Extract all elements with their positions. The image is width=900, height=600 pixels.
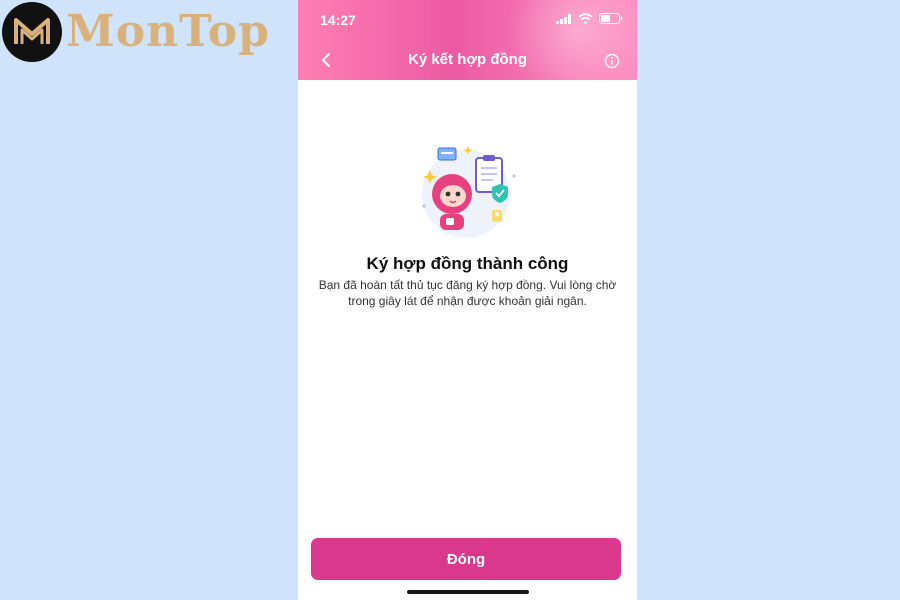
success-illustration [422,146,516,238]
phone-screen: 14:27 Ký kết hợp đồng Ký hợp đồng thành … [298,0,637,600]
home-indicator [407,590,529,594]
brand-logo: MonTop [2,2,270,62]
success-title: Ký hợp đồng thành công [366,254,569,273]
status-icons [556,13,623,24]
success-description: Bạn đã hoàn tất thủ tục đăng ký hợp đồng… [318,278,617,308]
logo-wordmark: MonTop [66,6,270,57]
wifi-icon [578,13,593,24]
app-header: 14:27 Ký kết hợp đồng [298,0,637,90]
battery-icon [599,13,623,24]
status-time: 14:27 [320,12,356,28]
page-title: Ký kết hợp đồng [408,51,527,68]
close-button[interactable]: Đóng [311,538,621,580]
montop-logo-icon [2,2,62,62]
info-icon [604,53,620,69]
info-button[interactable] [599,48,625,74]
signal-icon [556,13,571,24]
